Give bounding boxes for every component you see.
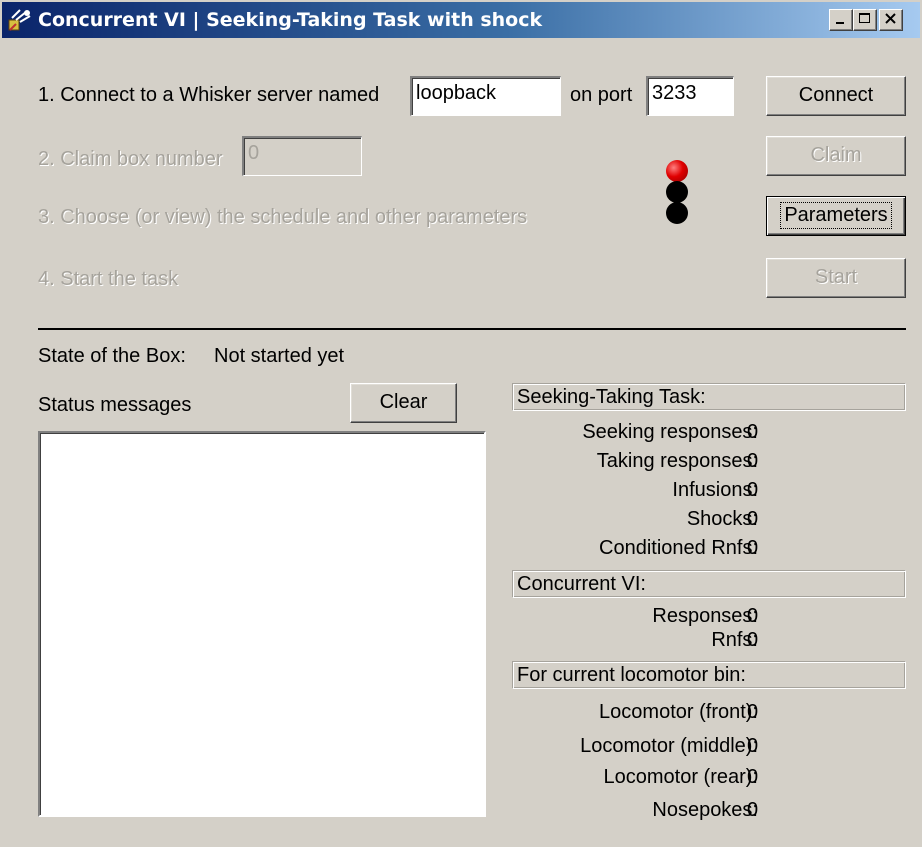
- step2-label: 2. Claim box number: [38, 148, 223, 170]
- locomotor-header: For current locomotor bin:: [512, 661, 906, 689]
- connect-button[interactable]: Connect: [766, 76, 906, 116]
- conditioned-rnfs-value: 0: [747, 537, 759, 559]
- maximize-icon: [859, 13, 870, 23]
- port-input[interactable]: 3233: [646, 76, 734, 116]
- maximize-button[interactable]: [853, 9, 877, 31]
- close-button[interactable]: [879, 9, 903, 31]
- main-window: Concurrent VI | Seeking-Taking Task with…: [0, 0, 922, 847]
- locomotor-middle-value: 0: [747, 735, 759, 757]
- connect-button-label: Connect: [798, 84, 874, 106]
- nosepokes-value: 0: [747, 799, 759, 821]
- close-icon: [885, 13, 896, 24]
- infusions-label: Infusions:: [672, 479, 758, 501]
- locomotor-rear-label: Locomotor (rear):: [603, 766, 759, 788]
- state-label: State of the Box:: [38, 345, 186, 367]
- server-name-input[interactable]: loopback: [410, 76, 561, 116]
- claim-button-label: Claim: [810, 144, 862, 166]
- locomotor-front-value: 0: [747, 701, 759, 723]
- minimize-icon: [836, 22, 844, 24]
- status-light-red: [666, 160, 688, 182]
- parameters-button-label: Parameters: [780, 202, 892, 229]
- locomotor-rear-value: 0: [747, 766, 759, 788]
- status-messages-list[interactable]: [38, 431, 486, 817]
- seeking-taking-header: Seeking-Taking Task:: [512, 383, 906, 411]
- vi-rnfs-value: 0: [747, 629, 759, 651]
- locomotor-front-label: Locomotor (front):: [599, 701, 758, 723]
- state-value: Not started yet: [214, 345, 345, 367]
- vi-responses-label: Responses:: [652, 605, 758, 627]
- clear-button-label: Clear: [379, 391, 428, 413]
- start-button-label: Start: [814, 266, 858, 288]
- whisker-app-icon: [8, 8, 34, 32]
- step1-label: 1. Connect to a Whisker server named: [38, 84, 380, 106]
- window-title: Concurrent VI | Seeking-Taking Task with…: [38, 9, 543, 31]
- status-light-middle: [666, 181, 688, 203]
- seeking-responses-value: 0: [747, 421, 759, 443]
- separator-line: [38, 328, 906, 330]
- locomotor-middle-label: Locomotor (middle):: [580, 735, 758, 757]
- claim-button[interactable]: Claim: [766, 136, 906, 176]
- shocks-value: 0: [747, 508, 759, 530]
- step4-label: 4. Start the task: [38, 268, 179, 290]
- minimize-button[interactable]: [829, 9, 853, 31]
- title-bar[interactable]: Concurrent VI | Seeking-Taking Task with…: [2, 2, 920, 38]
- infusions-value: 0: [747, 479, 759, 501]
- seeking-responses-label: Seeking responses:: [582, 421, 758, 443]
- clear-button[interactable]: Clear: [350, 383, 457, 423]
- vi-responses-value: 0: [747, 605, 759, 627]
- status-light-bottom: [666, 202, 688, 224]
- port-label: on port: [570, 84, 633, 106]
- box-number-input[interactable]: 0: [242, 136, 362, 176]
- step3-label: 3. Choose (or view) the schedule and oth…: [38, 206, 528, 228]
- start-button[interactable]: Start: [766, 258, 906, 298]
- nosepokes-label: Nosepokes:: [652, 799, 758, 821]
- conditioned-rnfs-label: Conditioned Rnfs:: [599, 537, 758, 559]
- taking-responses-label: Taking responses:: [596, 450, 758, 472]
- taking-responses-value: 0: [747, 450, 759, 472]
- concurrent-vi-header: Concurrent VI:: [512, 570, 906, 598]
- parameters-button[interactable]: Parameters: [766, 196, 906, 236]
- status-messages-label: Status messages: [38, 394, 192, 416]
